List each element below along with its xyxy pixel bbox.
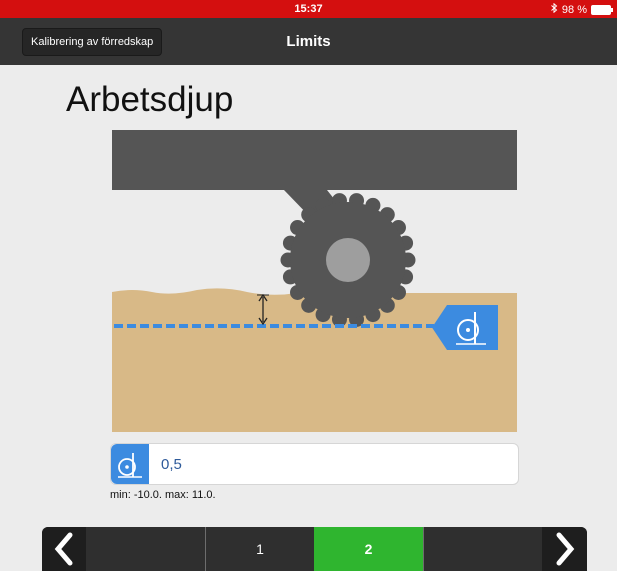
status-bar: 15:37 98 % [0, 0, 617, 18]
nav-title: Limits [286, 33, 331, 50]
depth-value[interactable]: 0,5 [161, 456, 182, 473]
page-navigator: 1 2 [42, 527, 587, 571]
battery-icon [591, 4, 613, 15]
range-hint: min: -10.0. max: 11.0. [110, 489, 216, 501]
chevron-left-icon [54, 532, 73, 566]
chevron-right-icon [556, 532, 575, 566]
status-right: 98 % [551, 2, 613, 16]
next-page-button[interactable] [542, 527, 587, 571]
prev-page-button[interactable] [42, 527, 86, 571]
frame-beam [112, 130, 517, 190]
page-2-button[interactable]: 2 [314, 527, 423, 571]
nav-bar: Kalibrering av förredskap Limits [0, 18, 617, 65]
depth-illustration [112, 130, 517, 437]
bluetooth-icon [551, 2, 558, 16]
battery-percent: 98 % [561, 3, 587, 16]
page-1-button[interactable]: 1 [206, 527, 314, 571]
page-title: Arbetsdjup [66, 80, 234, 119]
status-time: 15:37 [294, 3, 323, 15]
depth-value-field[interactable]: 0,5 [110, 443, 519, 485]
depth-wheel-icon [111, 444, 149, 484]
